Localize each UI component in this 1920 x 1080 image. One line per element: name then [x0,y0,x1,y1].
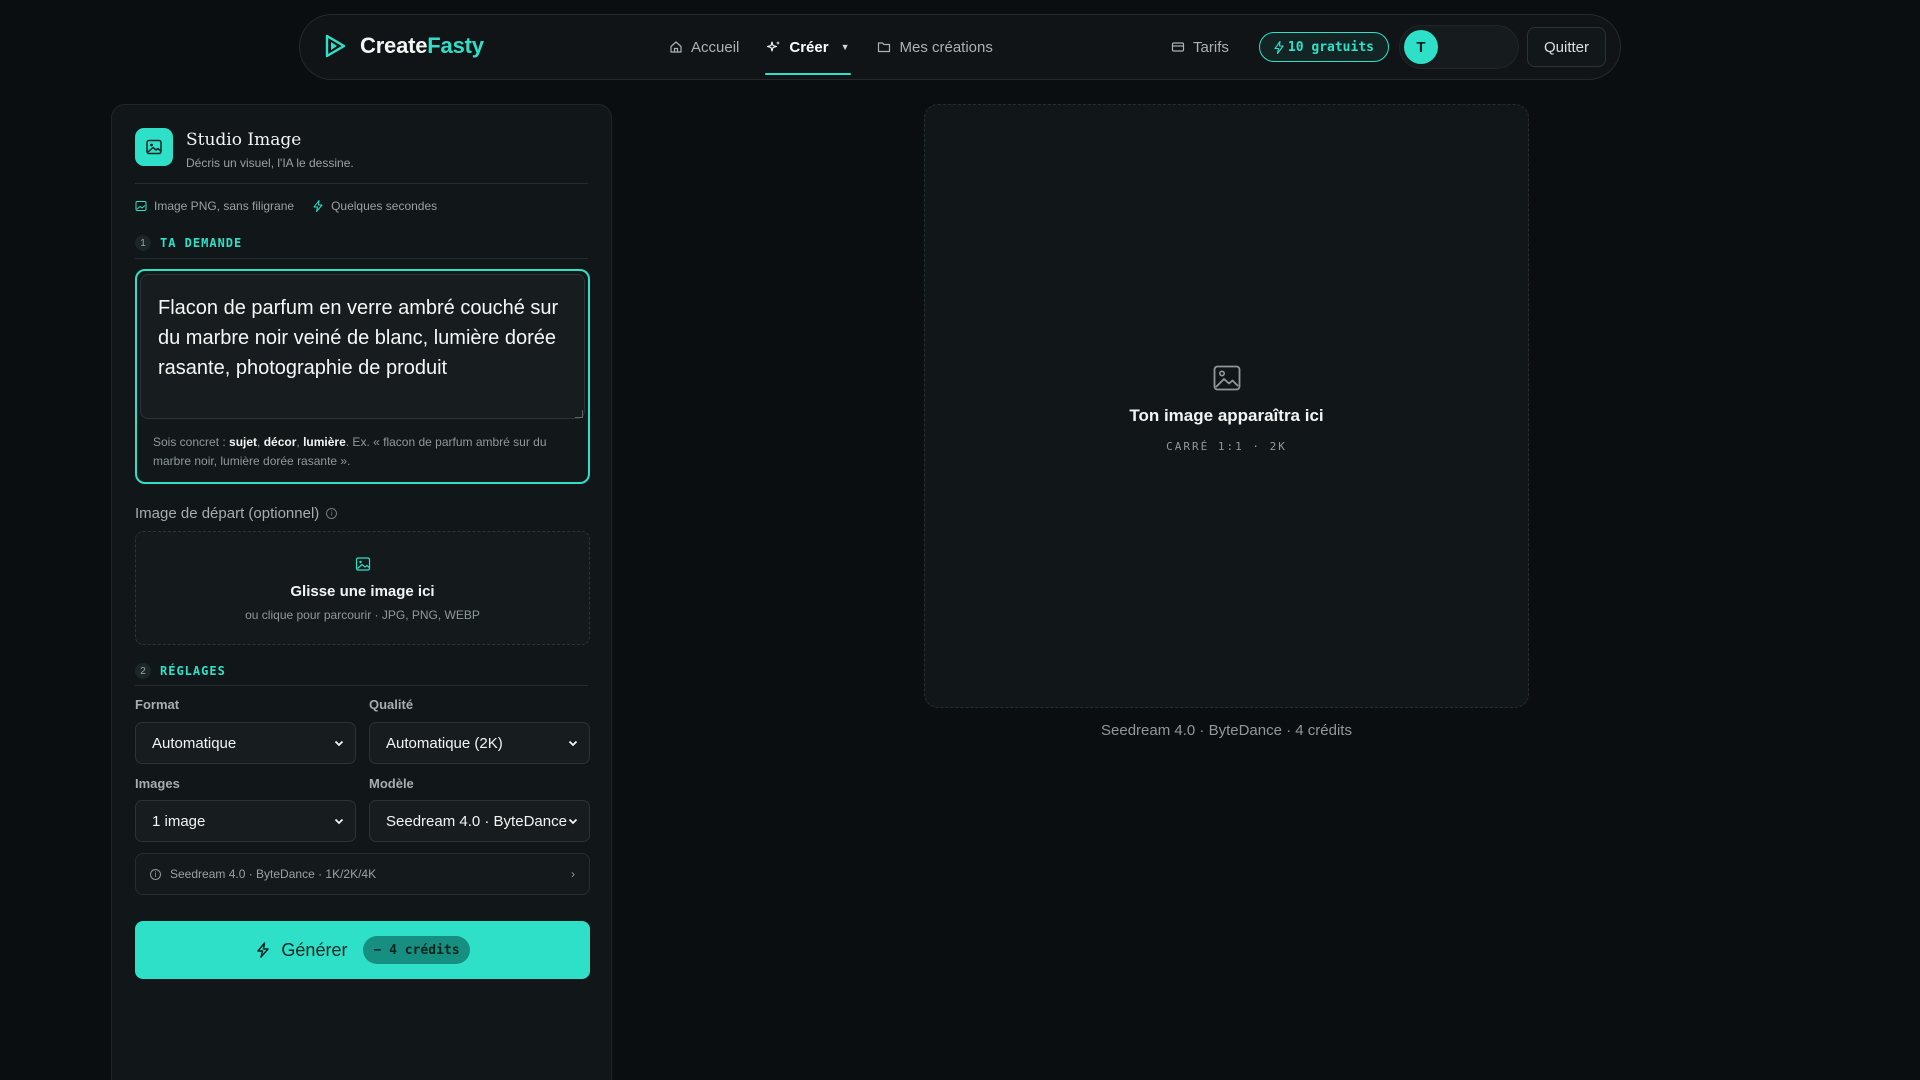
image-icon [355,557,370,571]
folder-icon [878,42,891,53]
image-dropzone[interactable]: Glisse une image ici ou clique pour parc… [135,531,590,645]
nav-link-label: Mes créations [899,38,993,56]
model-select[interactable]: Seedream 4.0 · ByteDance [369,800,590,842]
studio-header: Studio Image Décris un visuel, l'IA le d… [135,128,354,170]
step-number: 2 [135,663,151,679]
preview-title: Ton image apparaîtra ici [1129,406,1324,425]
model-info-row[interactable]: i Seedream 4.0 · ByteDance · 1K/2K/4K › [135,853,590,895]
chevron-right-icon: › [571,867,575,881]
chevron-down-icon [333,814,347,828]
tarifs-label: Tarifs [1193,38,1229,56]
section-demande: 1 TA DEMANDE [135,235,242,251]
brand-name: CreateFasty [360,33,484,58]
prompt-hint: Sois concret : sujet, décor, lumière. Ex… [153,435,547,468]
play-logo-icon [325,34,346,58]
quality-select[interactable]: Automatique (2K) [369,722,590,764]
bolt-icon [257,942,270,958]
image-icon [135,128,173,166]
prompt-textarea[interactable]: Flacon de parfum en verre ambré couché s… [140,274,585,419]
dropzone-subtitle: ou clique pour parcourir · JPG, PNG, WEB… [245,608,480,622]
meta-png: Image PNG, sans filigrane [135,199,294,213]
avatar: T [1403,30,1438,64]
credits-label: 10 gratuits [1287,39,1374,55]
card-icon [1171,42,1185,52]
prompt-box: Flacon de parfum en verre ambré couché s… [135,269,590,484]
generate-button[interactable]: Générer − 4 crédits [135,921,590,979]
nav-link-creer[interactable]: Créer ▼ [753,15,863,79]
format-label: Format [135,697,180,712]
chevron-down-icon [567,814,581,828]
quit-button[interactable]: Quitter [1526,27,1606,67]
start-image-label: Image de départ (optionnel) i [135,505,338,522]
home-icon [670,41,682,53]
studio-panel: Studio Image Décris un visuel, l'IA le d… [111,104,612,1080]
section-reglages: 2 RÉGLAGES [135,663,226,679]
studio-subtitle: Décris un visuel, l'IA le dessine. [186,156,354,170]
divider [135,258,588,259]
meta-speed: Quelques secondes [312,199,437,213]
nav-right: Tarifs 10 gratuits T Quitter [1171,15,1606,79]
nav-links: Accueil Créer ▼ Mes créations [655,15,1007,79]
generate-label: Générer [281,939,348,960]
info-icon: i [150,868,161,880]
divider [135,183,588,184]
format-select[interactable]: Automatique [135,722,356,764]
chevron-down-icon [333,736,347,750]
chevron-down-icon [567,736,581,750]
image-icon [135,201,147,211]
images-select[interactable]: 1 image [135,800,356,842]
studio-title: Studio Image [186,130,302,150]
image-preview-area: Ton image apparaîtra ici CARRÉ 1:1 · 2K [924,104,1529,708]
brand-logo[interactable]: CreateFasty [322,33,484,59]
caret-down-icon: ▼ [840,42,850,52]
nav-link-tarifs[interactable]: Tarifs [1171,39,1229,56]
nav-link-label: Accueil [691,38,740,56]
studio-meta: Image PNG, sans filigrane Quelques secon… [135,199,437,213]
dropzone-title: Glisse une image ici [290,583,435,600]
preview-caption: Seedream 4.0 · ByteDance · 4 crédits [1101,722,1352,739]
credits-badge[interactable]: 10 gratuits [1258,32,1389,62]
image-placeholder-icon [1213,365,1240,391]
resize-handle-icon[interactable] [575,410,583,418]
sparkle-icon [767,41,781,52]
nav-link-label: Créer [789,38,829,56]
section-label: TA DEMANDE [160,236,243,250]
quality-label: Qualité [369,697,414,712]
nav-link-mes-creations[interactable]: Mes créations [863,15,1006,79]
bolt-icon [313,200,323,212]
user-menu[interactable]: T [1398,25,1519,69]
divider [135,685,588,686]
preview-format: CARRÉ 1:1 · 2K [1166,440,1287,453]
section-label: RÉGLAGES [160,664,226,678]
model-label: Modèle [369,776,414,791]
step-number: 1 [135,235,151,251]
info-icon[interactable]: i [326,508,338,519]
top-navbar: CreateFasty Accueil Créer ▼ Mes création… [299,14,1621,80]
bolt-icon [1274,40,1284,54]
nav-link-accueil[interactable]: Accueil [655,15,753,79]
model-info-text: Seedream 4.0 · ByteDance · 1K/2K/4K [170,867,377,881]
images-label: Images [135,776,180,791]
cost-badge: − 4 crédits [363,936,470,964]
